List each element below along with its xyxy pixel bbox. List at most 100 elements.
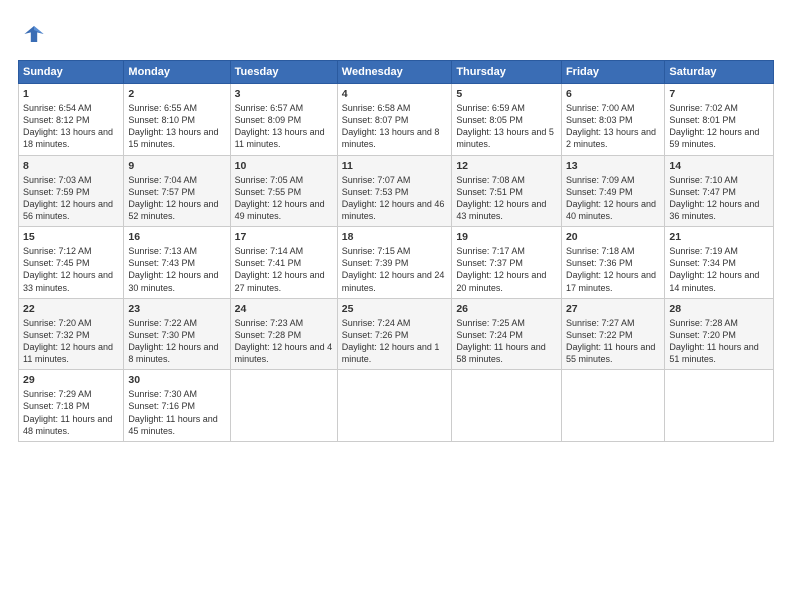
day-number: 26 bbox=[456, 303, 557, 315]
day-number: 30 bbox=[128, 374, 225, 386]
page: SundayMondayTuesdayWednesdayThursdayFrid… bbox=[0, 0, 792, 612]
header-row: SundayMondayTuesdayWednesdayThursdayFrid… bbox=[19, 61, 774, 84]
calendar-cell: 29 Sunrise: 7:29 AM Sunset: 7:18 PM Dayli… bbox=[19, 370, 124, 442]
cell-content: Sunrise: 6:57 AM Sunset: 8:09 PM Dayligh… bbox=[235, 102, 333, 151]
day-number: 20 bbox=[566, 231, 660, 243]
day-number: 6 bbox=[566, 88, 660, 100]
cell-content: Sunrise: 7:22 AM Sunset: 7:30 PM Dayligh… bbox=[128, 317, 225, 366]
calendar-cell: 13 Sunrise: 7:09 AM Sunset: 7:49 PM Dayli… bbox=[561, 155, 664, 227]
logo-icon bbox=[18, 18, 50, 50]
day-number: 21 bbox=[669, 231, 769, 243]
cell-content: Sunrise: 7:10 AM Sunset: 7:47 PM Dayligh… bbox=[669, 174, 769, 223]
calendar-cell bbox=[452, 370, 562, 442]
day-number: 29 bbox=[23, 374, 119, 386]
header bbox=[18, 18, 774, 50]
day-number: 9 bbox=[128, 160, 225, 172]
day-number: 5 bbox=[456, 88, 557, 100]
cell-content: Sunrise: 7:24 AM Sunset: 7:26 PM Dayligh… bbox=[342, 317, 448, 366]
cell-content: Sunrise: 6:54 AM Sunset: 8:12 PM Dayligh… bbox=[23, 102, 119, 151]
calendar-cell: 17 Sunrise: 7:14 AM Sunset: 7:41 PM Dayli… bbox=[230, 227, 337, 299]
calendar-cell: 24 Sunrise: 7:23 AM Sunset: 7:28 PM Dayli… bbox=[230, 298, 337, 370]
day-number: 15 bbox=[23, 231, 119, 243]
day-number: 8 bbox=[23, 160, 119, 172]
day-number: 1 bbox=[23, 88, 119, 100]
cell-content: Sunrise: 7:23 AM Sunset: 7:28 PM Dayligh… bbox=[235, 317, 333, 366]
col-header-friday: Friday bbox=[561, 61, 664, 84]
calendar-cell: 5 Sunrise: 6:59 AM Sunset: 8:05 PM Daylig… bbox=[452, 84, 562, 156]
cell-content: Sunrise: 7:04 AM Sunset: 7:57 PM Dayligh… bbox=[128, 174, 225, 223]
calendar-cell: 11 Sunrise: 7:07 AM Sunset: 7:53 PM Dayli… bbox=[337, 155, 452, 227]
calendar-row: 22Sunrise: 7:20 AM Sunset: 7:32 PM Dayli… bbox=[19, 298, 774, 370]
col-header-wednesday: Wednesday bbox=[337, 61, 452, 84]
calendar-cell: 27Sunrise: 7:27 AM Sunset: 7:22 PM Dayli… bbox=[561, 298, 664, 370]
cell-content: Sunrise: 6:59 AM Sunset: 8:05 PM Dayligh… bbox=[456, 102, 557, 151]
day-number: 16 bbox=[128, 231, 225, 243]
day-number: 27 bbox=[566, 303, 660, 315]
col-header-sunday: Sunday bbox=[19, 61, 124, 84]
day-number: 12 bbox=[456, 160, 557, 172]
calendar-row: 8Sunrise: 7:03 AM Sunset: 7:59 PM Daylig… bbox=[19, 155, 774, 227]
calendar-cell bbox=[230, 370, 337, 442]
day-number: 4 bbox=[342, 88, 448, 100]
cell-content: Sunrise: 7:17 AM Sunset: 7:37 PM Dayligh… bbox=[456, 245, 557, 294]
cell-content: Sunrise: 7:19 AM Sunset: 7:34 PM Dayligh… bbox=[669, 245, 769, 294]
day-number: 7 bbox=[669, 88, 769, 100]
cell-content: Sunrise: 7:15 AM Sunset: 7:39 PM Dayligh… bbox=[342, 245, 448, 294]
calendar-row: 29 Sunrise: 7:29 AM Sunset: 7:18 PM Dayli… bbox=[19, 370, 774, 442]
cell-content: Sunrise: 7:18 AM Sunset: 7:36 PM Dayligh… bbox=[566, 245, 660, 294]
calendar-cell: 21 Sunrise: 7:19 AM Sunset: 7:34 PM Dayli… bbox=[665, 227, 774, 299]
cell-content: Sunrise: 7:00 AM Sunset: 8:03 PM Dayligh… bbox=[566, 102, 660, 151]
day-number: 10 bbox=[235, 160, 333, 172]
cell-content: Sunrise: 7:02 AM Sunset: 8:01 PM Dayligh… bbox=[669, 102, 769, 151]
calendar-cell: 1 Sunrise: 6:54 AM Sunset: 8:12 PM Daylig… bbox=[19, 84, 124, 156]
day-number: 28 bbox=[669, 303, 769, 315]
cell-content: Sunrise: 7:09 AM Sunset: 7:49 PM Dayligh… bbox=[566, 174, 660, 223]
cell-content: Sunrise: 7:30 AM Sunset: 7:16 PM Dayligh… bbox=[128, 388, 225, 437]
calendar-row: 1 Sunrise: 6:54 AM Sunset: 8:12 PM Daylig… bbox=[19, 84, 774, 156]
calendar-table: SundayMondayTuesdayWednesdayThursdayFrid… bbox=[18, 60, 774, 442]
col-header-saturday: Saturday bbox=[665, 61, 774, 84]
day-number: 18 bbox=[342, 231, 448, 243]
cell-content: Sunrise: 7:07 AM Sunset: 7:53 PM Dayligh… bbox=[342, 174, 448, 223]
calendar-cell: 16 Sunrise: 7:13 AM Sunset: 7:43 PM Dayli… bbox=[124, 227, 230, 299]
calendar-cell: 2 Sunrise: 6:55 AM Sunset: 8:10 PM Daylig… bbox=[124, 84, 230, 156]
day-number: 13 bbox=[566, 160, 660, 172]
calendar-cell: 26 Sunrise: 7:25 AM Sunset: 7:24 PM Dayli… bbox=[452, 298, 562, 370]
calendar-cell bbox=[665, 370, 774, 442]
cell-content: Sunrise: 7:12 AM Sunset: 7:45 PM Dayligh… bbox=[23, 245, 119, 294]
day-number: 17 bbox=[235, 231, 333, 243]
calendar-cell: 10 Sunrise: 7:05 AM Sunset: 7:55 PM Dayli… bbox=[230, 155, 337, 227]
day-number: 11 bbox=[342, 160, 448, 172]
calendar-cell: 9 Sunrise: 7:04 AM Sunset: 7:57 PM Daylig… bbox=[124, 155, 230, 227]
cell-content: Sunrise: 7:25 AM Sunset: 7:24 PM Dayligh… bbox=[456, 317, 557, 366]
calendar-cell: 19 Sunrise: 7:17 AM Sunset: 7:37 PM Dayli… bbox=[452, 227, 562, 299]
day-number: 19 bbox=[456, 231, 557, 243]
col-header-thursday: Thursday bbox=[452, 61, 562, 84]
calendar-cell: 4 Sunrise: 6:58 AM Sunset: 8:07 PM Daylig… bbox=[337, 84, 452, 156]
calendar-cell: 23Sunrise: 7:22 AM Sunset: 7:30 PM Dayli… bbox=[124, 298, 230, 370]
cell-content: Sunrise: 7:13 AM Sunset: 7:43 PM Dayligh… bbox=[128, 245, 225, 294]
logo bbox=[18, 18, 54, 50]
cell-content: Sunrise: 7:29 AM Sunset: 7:18 PM Dayligh… bbox=[23, 388, 119, 437]
day-number: 14 bbox=[669, 160, 769, 172]
calendar-row: 15 Sunrise: 7:12 AM Sunset: 7:45 PM Dayli… bbox=[19, 227, 774, 299]
col-header-monday: Monday bbox=[124, 61, 230, 84]
calendar-cell: 6 Sunrise: 7:00 AM Sunset: 8:03 PM Daylig… bbox=[561, 84, 664, 156]
cell-content: Sunrise: 7:28 AM Sunset: 7:20 PM Dayligh… bbox=[669, 317, 769, 366]
day-number: 24 bbox=[235, 303, 333, 315]
calendar-cell: 20 Sunrise: 7:18 AM Sunset: 7:36 PM Dayli… bbox=[561, 227, 664, 299]
calendar-cell: 22Sunrise: 7:20 AM Sunset: 7:32 PM Dayli… bbox=[19, 298, 124, 370]
calendar-cell: 7 Sunrise: 7:02 AM Sunset: 8:01 PM Daylig… bbox=[665, 84, 774, 156]
cell-content: Sunrise: 7:05 AM Sunset: 7:55 PM Dayligh… bbox=[235, 174, 333, 223]
day-number: 25 bbox=[342, 303, 448, 315]
calendar-cell bbox=[337, 370, 452, 442]
cell-content: Sunrise: 7:08 AM Sunset: 7:51 PM Dayligh… bbox=[456, 174, 557, 223]
calendar-cell: 15 Sunrise: 7:12 AM Sunset: 7:45 PM Dayli… bbox=[19, 227, 124, 299]
cell-content: Sunrise: 7:14 AM Sunset: 7:41 PM Dayligh… bbox=[235, 245, 333, 294]
cell-content: Sunrise: 6:58 AM Sunset: 8:07 PM Dayligh… bbox=[342, 102, 448, 151]
cell-content: Sunrise: 6:55 AM Sunset: 8:10 PM Dayligh… bbox=[128, 102, 225, 151]
day-number: 2 bbox=[128, 88, 225, 100]
calendar-cell: 30 Sunrise: 7:30 AM Sunset: 7:16 PM Dayli… bbox=[124, 370, 230, 442]
day-number: 22 bbox=[23, 303, 119, 315]
calendar-cell: 3Sunrise: 6:57 AM Sunset: 8:09 PM Daylig… bbox=[230, 84, 337, 156]
